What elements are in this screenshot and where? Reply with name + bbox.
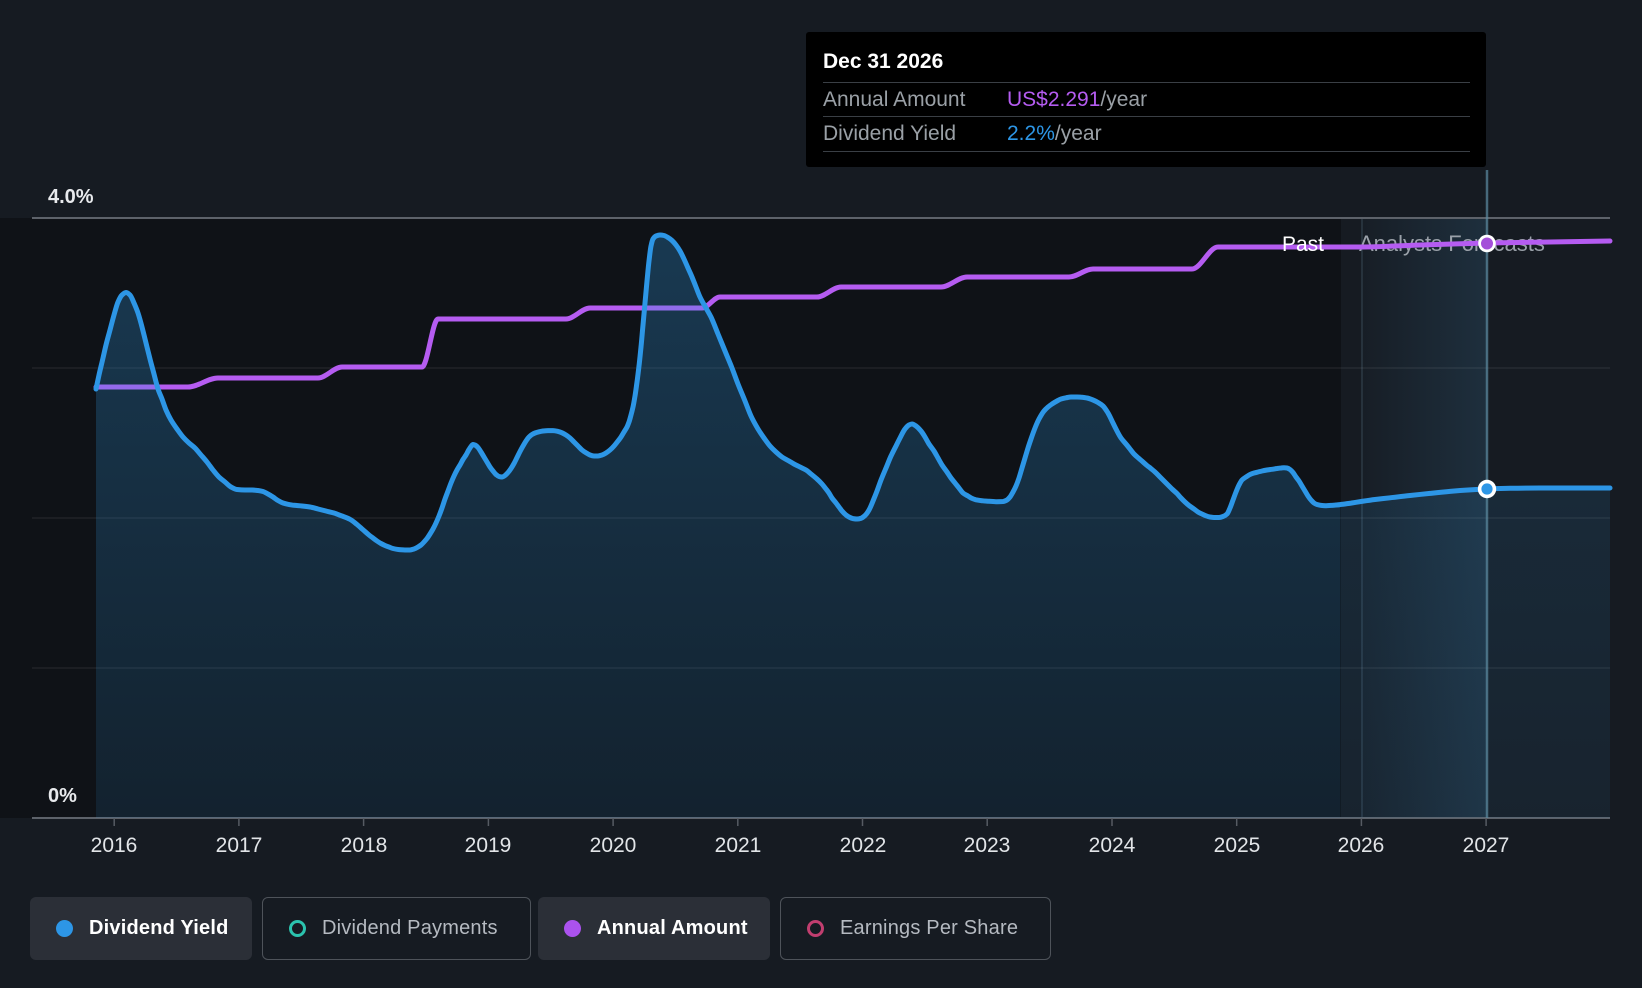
svg-text:2022: 2022 xyxy=(840,834,887,857)
svg-text:2027: 2027 xyxy=(1463,834,1510,857)
svg-text:2017: 2017 xyxy=(216,834,263,857)
svg-text:0%: 0% xyxy=(48,785,77,807)
svg-text:2018: 2018 xyxy=(341,834,388,857)
svg-text:2026: 2026 xyxy=(1338,834,1385,857)
svg-text:2019: 2019 xyxy=(465,834,512,857)
svg-text:2016: 2016 xyxy=(91,834,138,857)
svg-text:2024: 2024 xyxy=(1089,834,1136,857)
svg-text:2021: 2021 xyxy=(715,834,762,857)
svg-text:Past: Past xyxy=(1282,233,1324,256)
svg-text:4.0%: 4.0% xyxy=(48,186,94,208)
svg-text:2025: 2025 xyxy=(1214,834,1261,857)
svg-text:2020: 2020 xyxy=(590,834,637,857)
svg-text:2023: 2023 xyxy=(964,834,1011,857)
